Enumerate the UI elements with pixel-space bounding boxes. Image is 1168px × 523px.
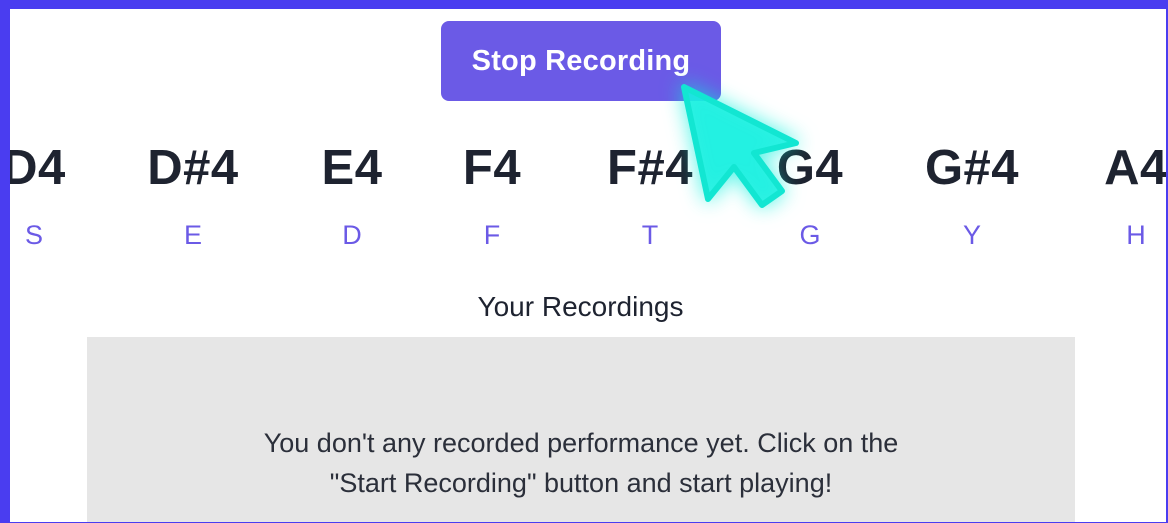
- shortcut-label: H: [1126, 220, 1146, 250]
- shortcut-label: E: [183, 220, 202, 250]
- note-label: D#4: [147, 141, 239, 195]
- piano-key-g-sharp-4[interactable]: G#4 Y: [892, 139, 1052, 251]
- note-label: G#4: [924, 141, 1020, 195]
- recordings-heading: Your Recordings: [477, 291, 684, 322]
- note-label: F4: [462, 141, 522, 195]
- shortcut-label: D: [342, 220, 362, 250]
- piano-key-a4[interactable]: A4 H: [1056, 139, 1168, 251]
- shortcut-label: G: [799, 220, 821, 250]
- empty-message-line: You don't any recorded performance yet. …: [263, 428, 899, 458]
- app-frame: Stop Recording D4 S D#4 E E4 D F4 F F#4 …: [0, 0, 1168, 523]
- piano-key-e4[interactable]: E4 D: [272, 139, 432, 251]
- piano-key-d-sharp-4[interactable]: D#4 E: [113, 139, 273, 251]
- piano-key-g4[interactable]: G4 G: [730, 139, 890, 251]
- empty-recordings-message: You don't any recorded performance yet. …: [87, 423, 1075, 503]
- note-label: F#4: [607, 141, 693, 195]
- piano-key-f4[interactable]: F4 F: [412, 139, 572, 251]
- note-label: D4: [2, 141, 66, 195]
- note-label: G4: [776, 141, 844, 195]
- note-label: A4: [1104, 141, 1168, 195]
- recordings-list: You don't any recorded performance yet. …: [87, 337, 1075, 522]
- piano-keys: D4 S D#4 E E4 D F4 F F#4 T G4 G G#4 Y A4: [10, 139, 1166, 269]
- empty-message-line: "Start Recording" button and start playi…: [329, 468, 833, 498]
- stop-recording-button[interactable]: Stop Recording: [441, 21, 721, 101]
- shortcut-label: T: [641, 220, 659, 250]
- shortcut-label: Y: [962, 220, 981, 250]
- piano-key-f-sharp-4[interactable]: F#4 T: [570, 139, 730, 251]
- piano-key-d4[interactable]: D4 S: [2, 139, 114, 251]
- shortcut-label: F: [483, 220, 501, 250]
- note-label: E4: [321, 141, 383, 195]
- shortcut-label: S: [24, 220, 43, 250]
